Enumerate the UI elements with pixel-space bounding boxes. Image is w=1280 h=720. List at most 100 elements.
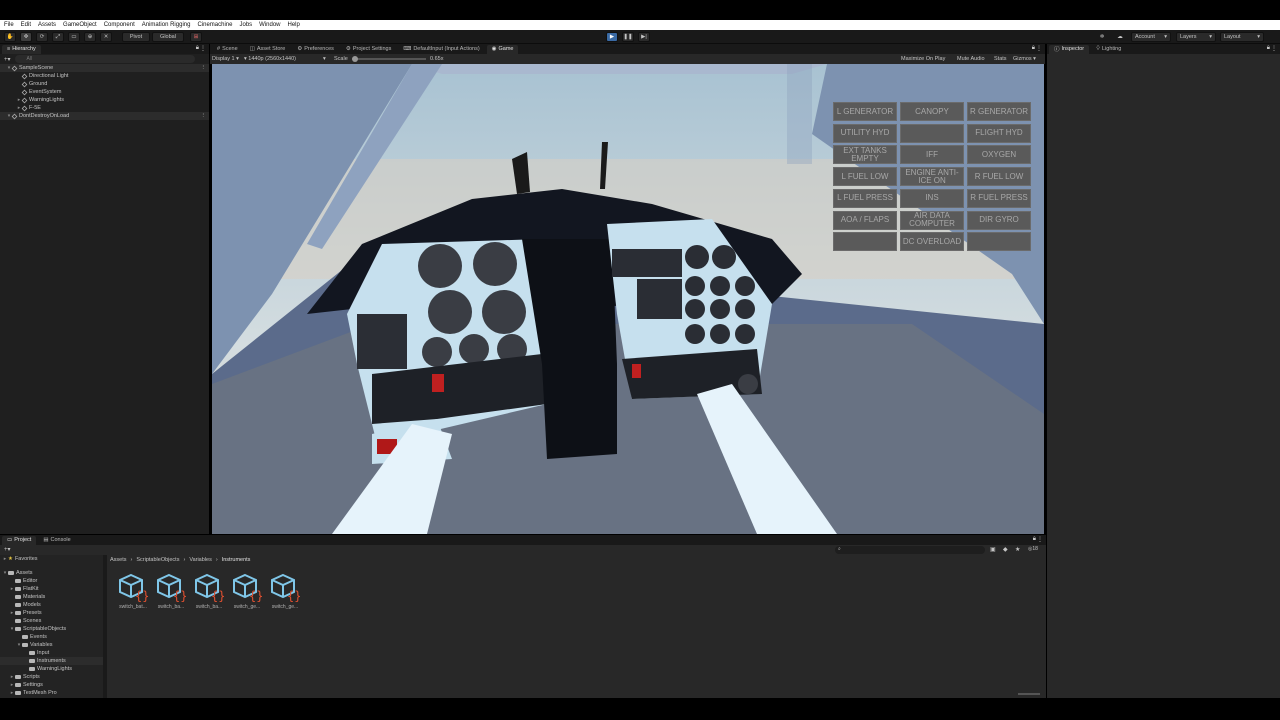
project-folder-row[interactable]: Input <box>0 649 104 657</box>
more-menu-icon[interactable]: ⋮ <box>200 45 206 52</box>
project-folder-row[interactable]: ▾ ScriptableObjects <box>0 625 104 633</box>
more-menu-icon[interactable]: ⋮ <box>1037 536 1043 543</box>
hidden-count[interactable]: ◎18 <box>1028 546 1038 552</box>
tab-game[interactable]: ◉ Game <box>486 44 519 54</box>
play-button[interactable]: ▶ <box>606 32 618 42</box>
hierarchy-item[interactable]: ▸ F-5E <box>0 104 209 112</box>
tab-console[interactable]: ▤ Console <box>38 536 75 545</box>
add-icon[interactable]: +▾ <box>4 546 11 553</box>
move-tool-icon[interactable]: ✥ <box>20 32 32 42</box>
display-dropdown[interactable]: Display 1 ▾ <box>212 56 239 62</box>
asset-item[interactable]: {} switch_ba... <box>191 572 227 612</box>
assets-root-row[interactable]: ▾ Assets <box>0 569 104 577</box>
scale-tool-icon[interactable]: ⤢ <box>52 32 64 42</box>
project-folder-row[interactable]: Instruments <box>0 657 104 665</box>
lock-icon[interactable]: 🔒︎ <box>1033 536 1036 543</box>
project-folder-row[interactable]: Scenes <box>0 617 104 625</box>
maximize-on-play-toggle[interactable]: Maximize On Play <box>901 56 945 62</box>
breadcrumb-item[interactable]: Variables <box>189 557 212 563</box>
project-folder-row[interactable]: ▸ Scripts <box>0 673 104 681</box>
star-icon[interactable]: ★ <box>1015 546 1020 553</box>
snap-icon[interactable]: ⊞ <box>190 32 202 42</box>
project-folder-row[interactable]: Events <box>0 633 104 641</box>
filter-icon[interactable]: ▣ <box>990 546 996 553</box>
asset-item[interactable]: {} switch_ba... <box>153 572 189 612</box>
hierarchy-item[interactable]: EventSystem <box>0 88 209 96</box>
menu-window[interactable]: Window <box>259 22 280 28</box>
menu-jobs[interactable]: Jobs <box>239 22 252 28</box>
scale-slider-track[interactable] <box>352 58 426 60</box>
gizmos-dropdown[interactable]: Gizmos ▾ <box>1013 56 1036 62</box>
tab-lighting[interactable]: 💡︎ Lighting <box>1091 45 1126 54</box>
hierarchy-item[interactable]: ▾ DontDestroyOnLoad ⋮ <box>0 112 209 120</box>
more-menu-icon[interactable]: ⋮ <box>1271 45 1277 52</box>
step-button[interactable]: ▶| <box>638 32 650 42</box>
breadcrumb-item[interactable]: ScriptableObjects <box>136 557 179 563</box>
asset-item[interactable]: {} switch_ge... <box>267 572 303 612</box>
label-icon[interactable]: ◆ <box>1003 546 1008 553</box>
cloud-icon[interactable]: ☁ <box>1114 32 1126 42</box>
tab-asset-store[interactable]: ◫ Asset Store <box>245 45 291 54</box>
lock-icon[interactable]: 🔒︎ <box>1032 45 1035 52</box>
lock-icon[interactable]: 🔒︎ <box>196 45 199 52</box>
asset-item[interactable]: {} switch_ge... <box>229 572 265 612</box>
menu-help[interactable]: Help <box>288 22 300 28</box>
tab-defaultinput-input-actions[interactable]: ⌨ DefaultInput (Input Actions) <box>398 45 484 54</box>
tab-scene[interactable]: # Scene <box>212 45 243 54</box>
global-toggle[interactable]: Global <box>152 32 184 42</box>
tab-inspector[interactable]: ⓘ Inspector <box>1049 44 1090 54</box>
menu-edit[interactable]: Edit <box>21 22 31 28</box>
pause-button[interactable]: ❚❚ <box>622 32 634 42</box>
hierarchy-item[interactable]: ▸ WarningLights <box>0 96 209 104</box>
pivot-toggle[interactable]: Pivot <box>122 32 150 42</box>
project-folder-row[interactable]: ▸ Settings <box>0 681 104 689</box>
menu-cinemachine[interactable]: Cinemachine <box>197 22 232 28</box>
project-search-input[interactable]: ⌕ <box>835 546 985 554</box>
project-folder-row[interactable]: Models <box>0 601 104 609</box>
tab-project-settings[interactable]: ⚙ Project Settings <box>341 45 396 54</box>
asset-item[interactable]: {} switch_bat... <box>115 572 151 612</box>
hand-tool-icon[interactable]: ✋ <box>4 32 16 42</box>
rect-tool-icon[interactable]: ▭ <box>68 32 80 42</box>
layers-dropdown[interactable]: Layers ▾ <box>1176 32 1216 42</box>
breadcrumb-item[interactable]: Assets <box>110 557 127 563</box>
account-dropdown[interactable]: Account ▾ <box>1131 32 1171 42</box>
more-menu-icon[interactable]: ⋮ <box>201 113 210 119</box>
transform-tool-icon[interactable]: ⊕ <box>84 32 96 42</box>
menu-assets[interactable]: Assets <box>38 22 56 28</box>
services-icon[interactable]: ✲ <box>1096 32 1108 42</box>
hierarchy-search-input[interactable]: All <box>14 55 195 63</box>
game-view[interactable]: L GENERATOR CANOPY R GENERATOR UTILITY HYD F… <box>212 64 1044 534</box>
tab-project[interactable]: ▭ Project <box>2 535 37 545</box>
add-icon[interactable]: +▾ <box>4 56 11 63</box>
tree-scrollbar[interactable] <box>103 555 107 698</box>
lock-icon[interactable]: 🔒︎ <box>1267 45 1270 52</box>
project-folder-row[interactable]: ▸ Presets <box>0 609 104 617</box>
hierarchy-item[interactable]: ▾ SampleScene ⋮ <box>0 64 209 72</box>
hierarchy-item[interactable]: Directional Light <box>0 72 209 80</box>
project-folder-row[interactable]: WarningLights <box>0 665 104 673</box>
tab-hierarchy[interactable]: ≡ Hierarchy <box>2 44 41 54</box>
project-folder-row[interactable]: ▾ Variables <box>0 641 104 649</box>
project-folder-row[interactable]: Materials <box>0 593 104 601</box>
more-menu-icon[interactable]: ⋮ <box>201 65 210 71</box>
scale-slider-handle[interactable] <box>352 56 358 62</box>
breadcrumb-item[interactable]: Instruments <box>222 557 251 563</box>
project-folder-row[interactable]: ▸ TextMesh Pro <box>0 689 104 697</box>
project-folder-row[interactable]: ▸ FlatKit <box>0 585 104 593</box>
rotate-tool-icon[interactable]: ⟳ <box>36 32 48 42</box>
tab-preferences[interactable]: ⚙ Preferences <box>292 45 339 54</box>
mute-audio-toggle[interactable]: Mute Audio <box>957 56 985 62</box>
project-folder-row[interactable]: Editor <box>0 577 104 585</box>
menu-file[interactable]: File <box>4 22 14 28</box>
menu-animation-rigging[interactable]: Animation Rigging <box>142 22 191 28</box>
icon-size-slider[interactable] <box>1018 693 1040 695</box>
stats-toggle[interactable]: Stats <box>994 56 1007 62</box>
layout-dropdown[interactable]: Layout ▾ <box>1220 32 1264 42</box>
more-menu-icon[interactable]: ⋮ <box>1036 45 1042 52</box>
resolution-dropdown[interactable]: ▾ 1440p (2560x1440) <box>244 56 296 62</box>
hierarchy-item[interactable]: Ground <box>0 80 209 88</box>
menu-component[interactable]: Component <box>104 22 135 28</box>
favorites-row[interactable]: ▸ ★ Favorites <box>0 555 104 563</box>
custom-tool-icon[interactable]: ✕ <box>100 32 112 42</box>
